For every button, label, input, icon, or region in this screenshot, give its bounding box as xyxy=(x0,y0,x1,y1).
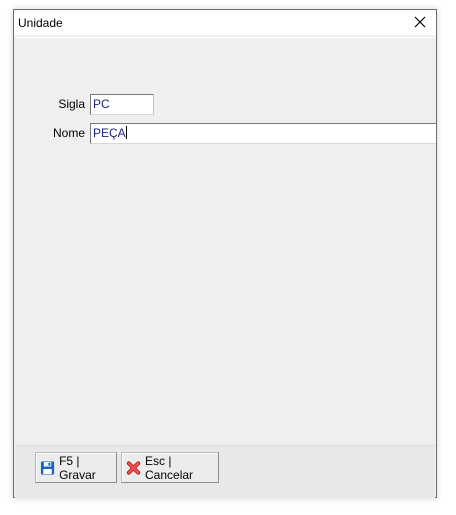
nome-label: Nome xyxy=(52,126,85,140)
cancel-button[interactable]: Esc | Cancelar xyxy=(121,452,219,483)
dialog-window: Unidade Sigla PC Nome PEÇA F5 | Gravar E… xyxy=(13,9,437,498)
sigla-label: Sigla xyxy=(58,97,85,111)
nome-field[interactable]: PEÇA xyxy=(90,123,436,144)
text-caret xyxy=(125,126,127,139)
close-icon xyxy=(414,16,426,28)
nome-value: PEÇA xyxy=(93,126,126,140)
close-button[interactable] xyxy=(404,10,436,35)
save-button-label: F5 | Gravar xyxy=(59,453,96,482)
red-x-icon xyxy=(126,460,141,475)
floppy-disk-icon xyxy=(40,460,55,475)
form-area: Sigla PC Nome PEÇA F5 | Gravar Esc | Can… xyxy=(15,37,436,498)
save-button[interactable]: F5 | Gravar xyxy=(35,452,117,483)
title-bar: Unidade xyxy=(14,10,436,35)
sigla-value: PC xyxy=(93,97,110,111)
cancel-button-label: Esc | Cancelar xyxy=(145,453,194,482)
window-title: Unidade xyxy=(18,16,63,30)
button-bar: F5 | Gravar Esc | Cancelar xyxy=(15,445,435,498)
sigla-field[interactable]: PC xyxy=(90,94,154,115)
